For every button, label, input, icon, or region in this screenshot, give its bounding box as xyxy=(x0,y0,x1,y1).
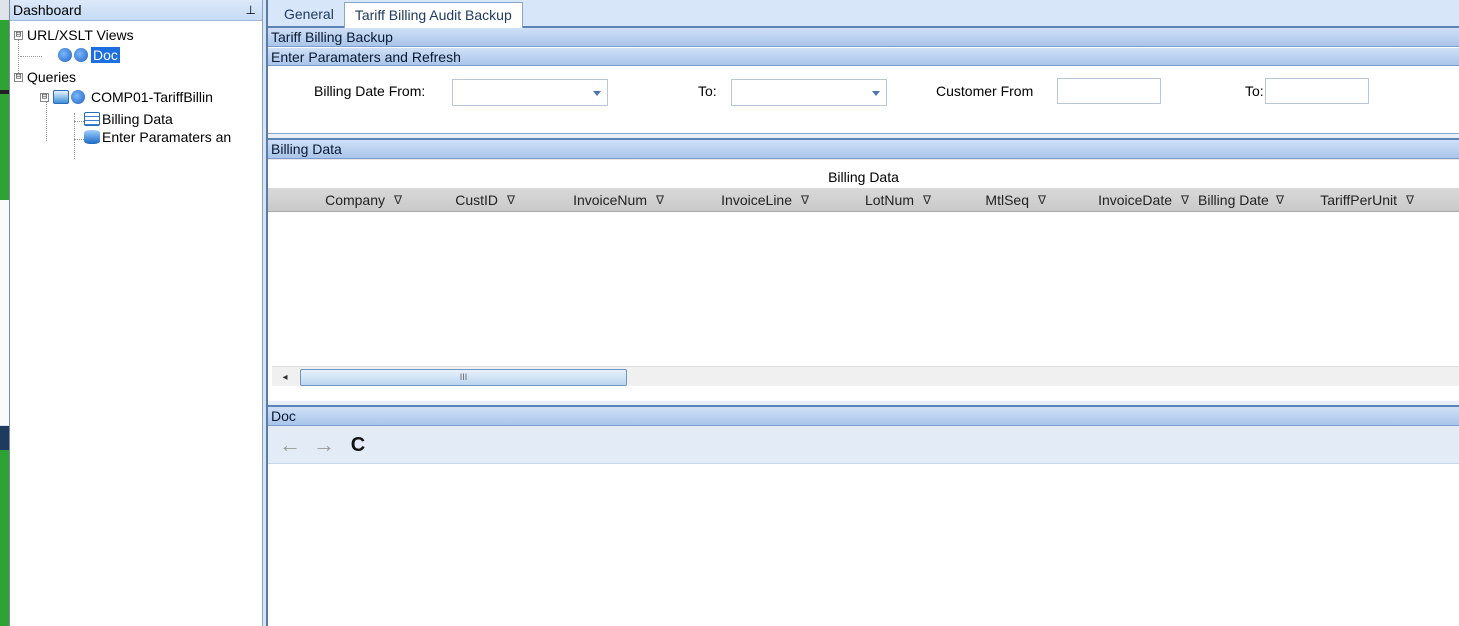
pin-icon[interactable]: ⊥ xyxy=(246,3,256,17)
grid-column-header: Company ∇ CustID ∇ InvoiceNum ∇ InvoiceLine ∇ Lo… xyxy=(268,188,1459,212)
filter-icon[interactable]: ∇ xyxy=(507,188,515,211)
doc-content xyxy=(268,464,1459,594)
satellite-icon xyxy=(71,90,85,104)
filter-icon[interactable]: ∇ xyxy=(1181,188,1189,211)
column-header-invoicenum[interactable]: InvoiceNum ∇ xyxy=(524,188,673,211)
filter-icon[interactable]: ∇ xyxy=(394,188,402,211)
filter-icon[interactable]: ∇ xyxy=(1038,188,1046,211)
billing-date-to-label: To: xyxy=(698,83,717,99)
tree-label: URL/XSLT Views xyxy=(27,27,134,43)
refresh-icon[interactable]: C xyxy=(344,431,372,459)
scroll-thumb[interactable]: III xyxy=(300,369,627,386)
customer-from-input[interactable] xyxy=(1057,78,1161,104)
tree-label: Enter Paramaters an xyxy=(102,129,232,145)
filter-icon[interactable]: ∇ xyxy=(923,188,931,211)
tab-tariff-billing-audit-backup[interactable]: Tariff Billing Audit Backup xyxy=(343,2,523,28)
dashboard-header: Dashboard ⊥ xyxy=(10,0,262,21)
background-window-edge xyxy=(0,0,9,626)
filter-icon[interactable]: ∇ xyxy=(1276,188,1284,211)
database-icon xyxy=(84,130,100,144)
section-title-doc: Doc xyxy=(268,407,1459,426)
filter-icon[interactable]: ∇ xyxy=(656,188,664,211)
section-title-backup: Tariff Billing Backup xyxy=(268,28,1459,47)
column-label: InvoiceNum xyxy=(573,192,647,208)
forward-arrow-icon[interactable]: → xyxy=(310,431,338,459)
billing-date-from-dropdown[interactable] xyxy=(452,79,608,106)
grid-band-title: Billing Data xyxy=(268,159,1459,188)
horizontal-scrollbar[interactable]: ◂ III xyxy=(272,366,1459,386)
customer-from-label: Customer From xyxy=(936,83,1034,99)
doc-toolbar: ← → C xyxy=(268,426,1459,464)
tree-label: Billing Data xyxy=(102,111,173,127)
collapse-icon[interactable]: ⊟ xyxy=(40,92,49,102)
column-label: Company xyxy=(325,192,385,208)
dropdown-arrow-icon[interactable] xyxy=(872,91,880,96)
collapse-icon[interactable]: ⊟ xyxy=(14,30,23,40)
tree-node-enter-params[interactable]: Enter Paramaters an xyxy=(84,128,231,146)
filter-icon[interactable]: ∇ xyxy=(801,188,809,211)
column-header-billing-date[interactable]: Billing Date ∇ xyxy=(1198,188,1293,211)
query-icon xyxy=(53,90,69,104)
main-area: General Tariff Billing Audit Backup Tari… xyxy=(268,0,1459,626)
grid-icon xyxy=(84,112,100,126)
tree-label: COMP01-TariffBillin xyxy=(91,89,213,105)
column-label: CustID xyxy=(455,192,498,208)
column-label: Billing Date xyxy=(1198,192,1269,208)
dashboard-title: Dashboard xyxy=(13,2,82,18)
column-label: InvoiceDate xyxy=(1098,192,1172,208)
tree-node-url-views[interactable]: ⊟ URL/XSLT Views xyxy=(14,26,134,44)
tree-node-doc[interactable]: Doc xyxy=(58,46,120,64)
column-label: LotNum xyxy=(864,192,914,208)
column-header-tariffperunit[interactable]: TariffPerUnit ∇ xyxy=(1293,188,1423,211)
section-title-billing-data: Billing Data xyxy=(268,140,1459,159)
column-header-lotnum[interactable]: LotNum ∇ xyxy=(818,188,940,211)
web-view-icon xyxy=(74,48,88,62)
filter-icon[interactable]: ∇ xyxy=(1406,188,1414,211)
column-header-custid[interactable]: CustID ∇ xyxy=(411,188,524,211)
tab-bar: General Tariff Billing Audit Backup xyxy=(268,0,1459,28)
dropdown-arrow-icon[interactable] xyxy=(593,91,601,96)
collapse-icon[interactable]: ⊟ xyxy=(14,72,23,82)
tree-node-queries[interactable]: ⊟ Queries xyxy=(14,68,76,86)
column-header-mtlseq[interactable]: MtlSeq ∇ xyxy=(940,188,1055,211)
billing-date-from-label: Billing Date From: xyxy=(314,83,426,99)
dashboard-panel: Dashboard ⊥ ⊟ URL/XSLT Views Doc ⊟ Queri… xyxy=(9,0,262,626)
back-arrow-icon[interactable]: ← xyxy=(276,431,304,459)
column-label: InvoiceLine xyxy=(721,192,792,208)
column-label: TariffPerUnit xyxy=(1320,192,1397,208)
tree-label: Queries xyxy=(27,69,77,85)
tree-label: Doc xyxy=(91,47,120,63)
parameters-panel: Billing Date From: To: Customer From To: xyxy=(268,66,1459,134)
column-label: MtlSeq xyxy=(985,192,1029,208)
tab-general[interactable]: General xyxy=(274,2,344,26)
section-title-params: Enter Paramaters and Refresh xyxy=(268,47,1459,66)
column-header-invoicedate[interactable]: InvoiceDate ∇ xyxy=(1055,188,1198,211)
scroll-left-icon[interactable]: ◂ xyxy=(276,370,294,386)
tree-node-billing-data[interactable]: Billing Data xyxy=(84,110,173,128)
column-header-company[interactable]: Company ∇ xyxy=(268,188,411,211)
billing-date-to-dropdown[interactable] xyxy=(731,79,887,106)
customer-to-input[interactable] xyxy=(1265,78,1369,104)
column-header-invoiceline[interactable]: InvoiceLine ∇ xyxy=(673,188,818,211)
customer-to-label: To: xyxy=(1245,83,1264,99)
tree-node-query[interactable]: ⊟ COMP01-TariffBillin xyxy=(40,88,213,106)
billing-data-grid: Billing Data Company ∇ CustID ∇ InvoiceNum ∇ I… xyxy=(268,159,1459,401)
globe-icon xyxy=(58,48,72,62)
